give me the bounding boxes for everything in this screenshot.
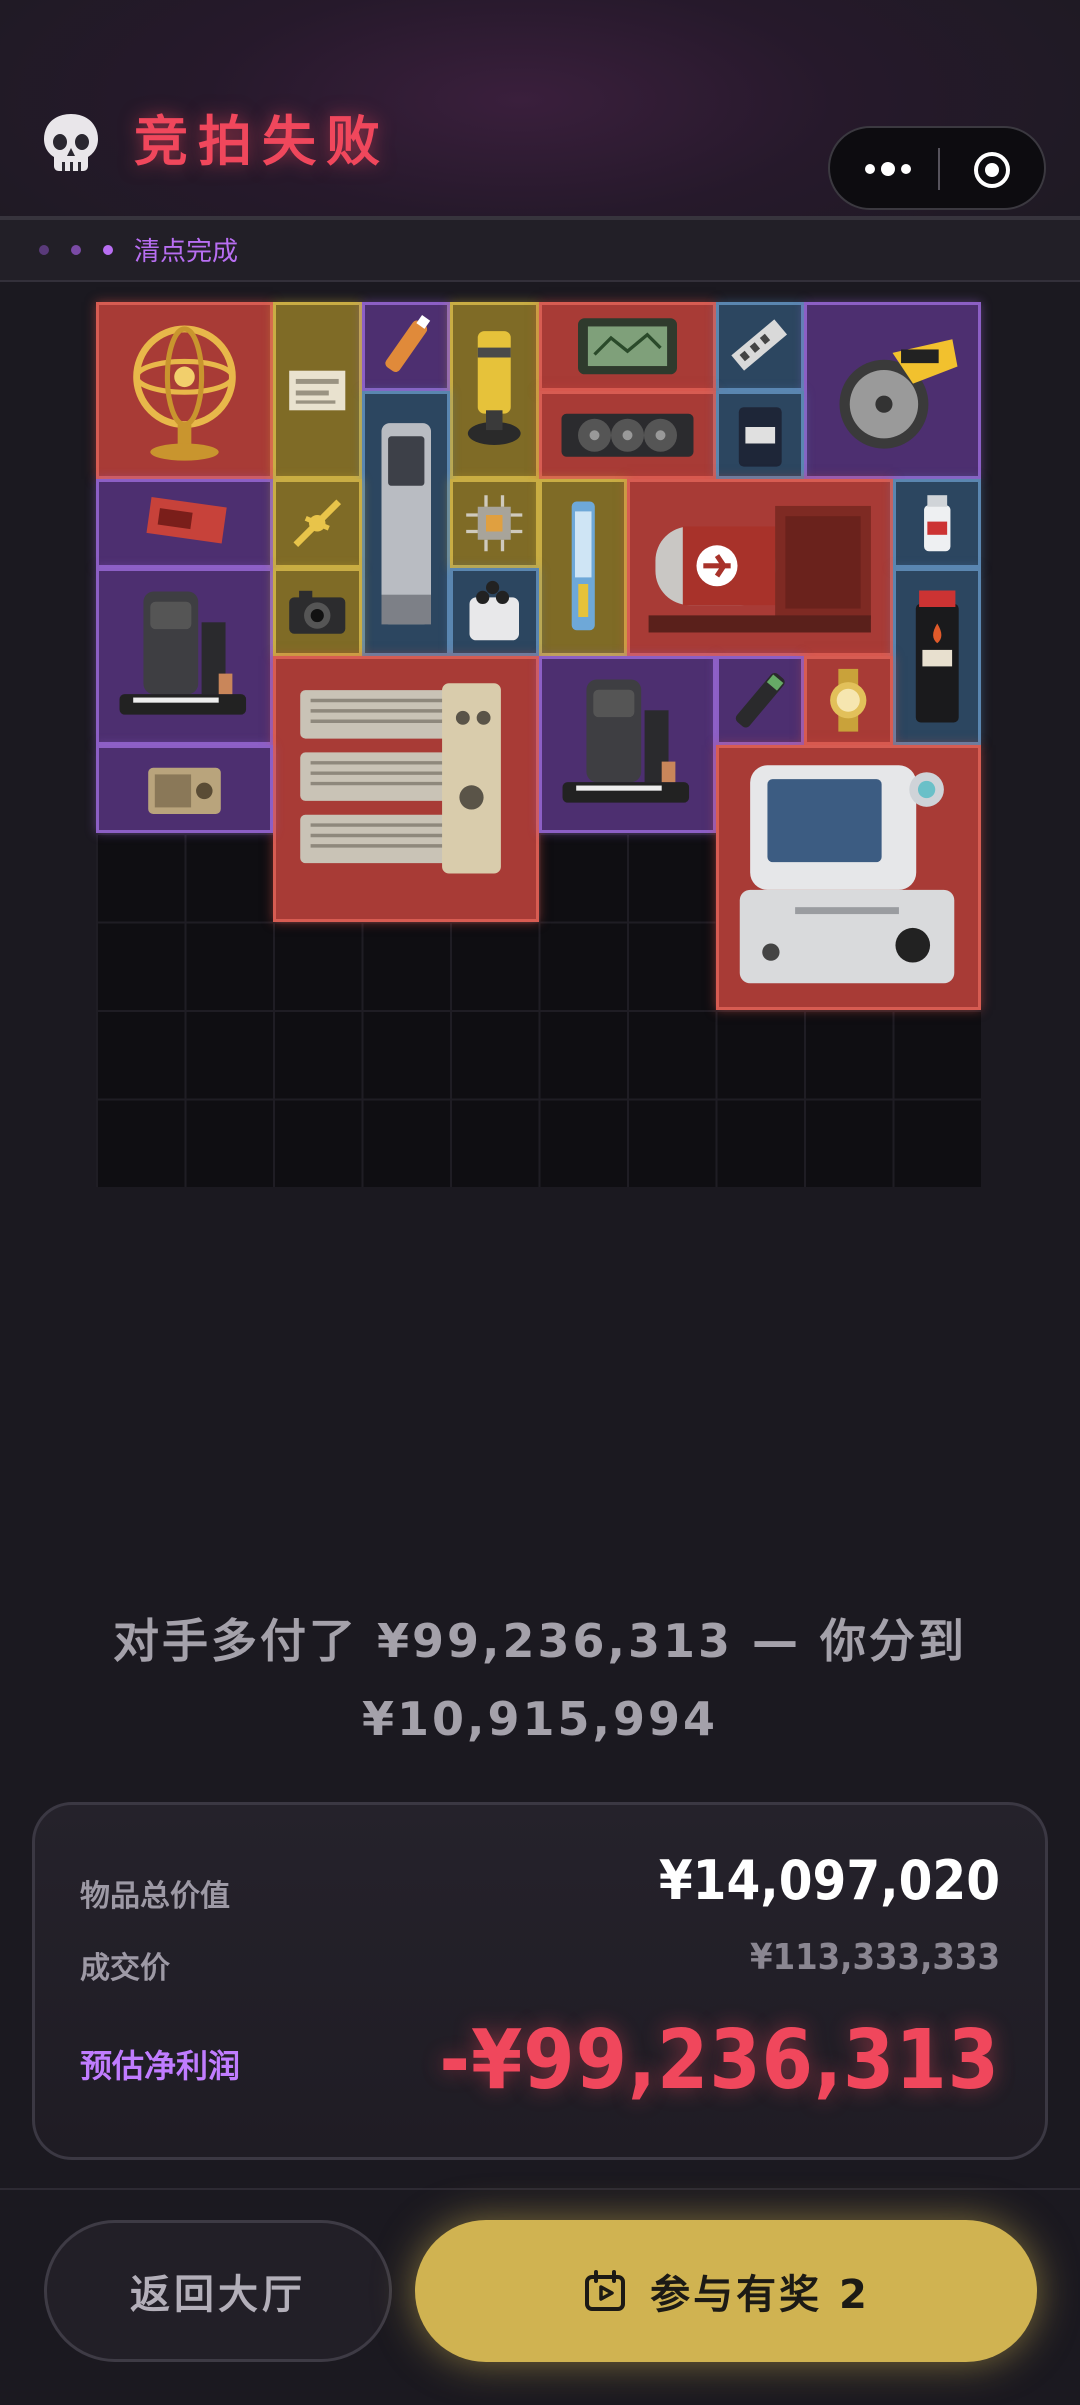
deal-price-value: ¥113,333,333 (750, 1937, 1000, 1978)
item-gold-watch[interactable] (804, 656, 893, 745)
item-lantern[interactable] (450, 302, 539, 479)
skull-icon (44, 114, 98, 171)
item-circuit-chip[interactable] (450, 479, 539, 568)
item-tablet[interactable] (538, 302, 716, 391)
inventory-grid (96, 302, 981, 1187)
item-document[interactable] (273, 302, 362, 479)
item-power-bank[interactable] (361, 390, 450, 656)
item-capacitor-jar[interactable] (450, 567, 539, 656)
item-compass-key[interactable] (273, 479, 362, 568)
item-blue-tool[interactable] (538, 479, 627, 656)
item-aircraft-engine[interactable] (627, 479, 893, 656)
result-summary: 对手多付了 ¥99,236,313 — 你分到 ¥10,915,994 (100, 1602, 980, 1758)
item-server-module[interactable] (273, 656, 539, 922)
summary-line-1: 对手多付了 ¥99,236,313 — 你分到 (112, 1614, 968, 1668)
item-radio[interactable] (96, 744, 273, 833)
header: 竞拍失败 (0, 0, 1080, 220)
item-syringe[interactable] (361, 302, 450, 391)
status-text: 清点完成 (134, 237, 239, 267)
item-coffee-machine-2[interactable] (538, 656, 716, 833)
total-value-label: 物品总价值 (80, 1879, 230, 1914)
net-profit-label: 预估净利润 (80, 2047, 241, 2085)
footer-bar: 返回大厅 参与有奖 2 (0, 2188, 1080, 2405)
back-to-lobby-label: 返回大厅 (130, 2272, 306, 2318)
item-coffee-machine[interactable] (96, 567, 273, 745)
progress-dots-icon (39, 245, 113, 255)
item-black-powder[interactable] (892, 567, 981, 745)
item-circular-saw[interactable] (804, 302, 981, 479)
item-red-gpu[interactable] (96, 479, 273, 568)
value-card: 物品总价值 ¥14,097,020 成交价 ¥113,333,333 预估净利润… (32, 1802, 1048, 2160)
target-icon[interactable] (972, 150, 1012, 190)
item-graphics-card[interactable] (538, 390, 716, 479)
item-ram-stick[interactable] (715, 302, 804, 391)
join-reward-button[interactable]: 参与有奖 2 (415, 2220, 1037, 2362)
page-title: 竞拍失败 (134, 110, 390, 173)
join-reward-label: 参与有奖 2 (650, 2272, 870, 2318)
back-to-lobby-button[interactable]: 返回大厅 (44, 2220, 392, 2362)
item-medical-monitor[interactable] (715, 744, 981, 1010)
item-coffee-bag[interactable] (715, 390, 804, 479)
summary-line-2: ¥10,915,994 (361, 1692, 718, 1746)
item-camera[interactable] (273, 567, 362, 656)
status-bar: 清点完成 (0, 220, 1080, 282)
item-flashlight[interactable] (715, 656, 804, 745)
more-dots-icon[interactable] (856, 150, 920, 188)
gift-ticket-icon (585, 2270, 626, 2311)
mini-program-capsule (828, 126, 1046, 210)
item-armillary-sphere[interactable] (96, 302, 273, 479)
deal-price-label: 成交价 (80, 1951, 170, 1986)
net-profit-value: -¥99,236,313 (439, 2013, 1000, 2108)
capsule-divider (938, 148, 940, 190)
total-value: ¥14,097,020 (658, 1849, 1000, 1912)
item-medicine-bottle[interactable] (892, 479, 981, 568)
